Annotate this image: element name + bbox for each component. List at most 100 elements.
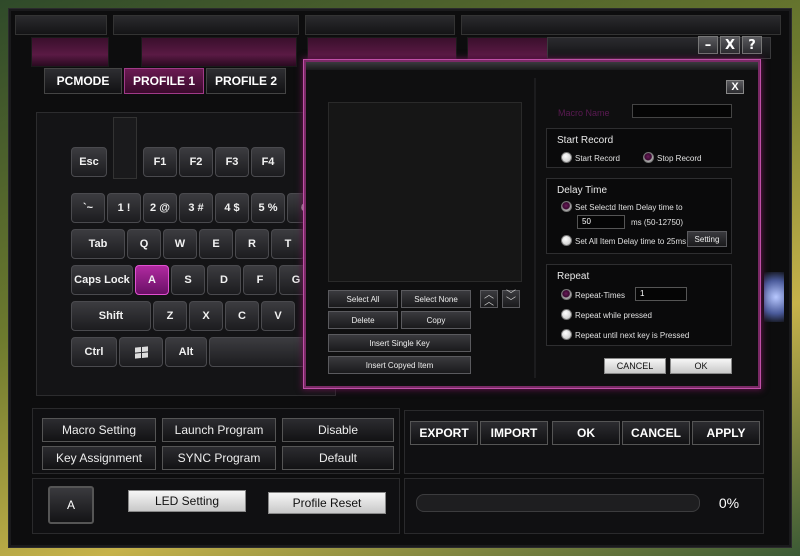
dialog-divider [534,78,536,378]
key-c[interactable]: C [225,301,259,331]
ok-button[interactable]: OK [552,421,620,445]
delay-selected-label: Set Selectd Item Delay time to [575,203,683,212]
delay-all-radio[interactable] [561,235,572,246]
key-q[interactable]: Q [127,229,161,259]
default-button[interactable]: Default [282,446,394,470]
apply-button[interactable]: APPLY [692,421,760,445]
key-4[interactable]: 4 $ [215,193,249,223]
title-slot [461,15,781,35]
progress-percent: 0% [718,495,740,511]
key-tab[interactable]: Tab [71,229,125,259]
header-decoration [141,37,297,67]
close-button[interactable]: X [720,36,740,54]
macro-name-label: Macro Name [558,108,610,118]
repeat-while-pressed-radio[interactable] [561,309,572,320]
start-record-title: Start Record [557,135,614,146]
progress-bar [416,494,700,512]
key-d[interactable]: D [207,265,241,295]
select-all-button[interactable]: Select All [328,290,398,308]
repeat-while-pressed-label: Repeat while pressed [575,311,652,320]
insert-copied-item-button[interactable]: Insert Copyed Item [328,356,471,374]
minimize-button[interactable]: – [698,36,718,54]
insert-single-key-button[interactable]: Insert Single Key [328,334,471,352]
import-button[interactable]: IMPORT [480,421,548,445]
macro-setting-button[interactable]: Macro Setting [42,418,156,442]
repeat-until-next-radio[interactable] [561,329,572,340]
current-key-indicator: A [48,486,94,524]
key-2[interactable]: 2 @ [143,193,177,223]
delay-selected-radio[interactable] [561,201,572,212]
key-windows[interactable] [119,337,163,367]
title-slot [15,15,107,35]
launch-program-button[interactable]: Launch Program [162,418,276,442]
move-up-button[interactable]: ︿ ︿ [480,290,498,308]
delay-unit-label: ms (50-12750) [631,218,684,227]
double-chevron-up-icon: ︿ ︿ [484,290,494,308]
key-a[interactable]: A [135,265,169,295]
key-z[interactable]: Z [153,301,187,331]
export-button[interactable]: EXPORT [410,421,478,445]
key-e[interactable]: E [199,229,233,259]
key-f3[interactable]: F3 [215,147,249,177]
cancel-button[interactable]: CANCEL [622,421,690,445]
delay-time-group: Delay Time Set Selectd Item Delay time t… [546,178,732,254]
key-f2[interactable]: F2 [179,147,213,177]
repeat-times-input[interactable]: 1 [635,287,687,301]
windows-logo-icon [134,345,148,359]
move-down-button[interactable]: ﹀ ﹀ [502,290,520,308]
key-v[interactable]: V [261,301,295,331]
sync-program-button[interactable]: SYNC Program [162,446,276,470]
dialog-header [306,62,758,70]
stop-record-radio[interactable] [643,152,654,163]
key-1[interactable]: 1 ! [107,193,141,223]
delay-all-label: Set All Item Delay time to 25ms [575,237,687,246]
delete-button[interactable]: Delete [328,311,398,329]
tab-profile-1[interactable]: PROFILE 1 [124,68,204,94]
macro-event-list[interactable] [328,102,522,282]
tab-profile-2[interactable]: PROFILE 2 [206,68,286,94]
keyboard-panel: Esc F1 F2 F3 F4 `~ 1 ! 2 @ 3 # 4 $ 5 % 6… [36,112,336,396]
key-assignment-button[interactable]: Key Assignment [42,446,156,470]
key-caps-lock[interactable]: Caps Lock [71,265,133,295]
key-t[interactable]: T [271,229,305,259]
repeat-group: Repeat Repeat-Times 1 Repeat while press… [546,264,732,346]
help-button[interactable]: ? [742,36,762,54]
key-x[interactable]: X [189,301,223,331]
key-shift[interactable]: Shift [71,301,151,331]
copy-button[interactable]: Copy [401,311,471,329]
key-3[interactable]: 3 # [179,193,213,223]
dialog-ok-button[interactable]: OK [670,358,732,374]
delay-setting-button[interactable]: Setting [687,231,727,247]
key-backtick[interactable]: `~ [71,193,105,223]
delay-value-input[interactable]: 50 [577,215,625,229]
key-f[interactable]: F [243,265,277,295]
key-s[interactable]: S [171,265,205,295]
key-f4[interactable]: F4 [251,147,285,177]
macro-name-input[interactable] [632,104,732,118]
header-decoration [31,37,109,67]
title-slot [113,15,299,35]
side-glow [764,272,784,322]
delay-time-title: Delay Time [557,185,608,196]
key-5[interactable]: 5 % [251,193,285,223]
stop-record-label: Stop Record [657,154,702,163]
key-f1[interactable]: F1 [143,147,177,177]
tab-pcmode[interactable]: PCMODE [44,68,122,94]
repeat-until-next-label: Repeat until next key is Pressed [575,331,690,340]
start-record-label: Start Record [575,154,620,163]
dialog-close-button[interactable]: X [726,80,744,94]
led-setting-button[interactable]: LED Setting [128,490,246,512]
key-ctrl[interactable]: Ctrl [71,337,117,367]
key-r[interactable]: R [235,229,269,259]
disable-button[interactable]: Disable [282,418,394,442]
key-w[interactable]: W [163,229,197,259]
dialog-cancel-button[interactable]: CANCEL [604,358,666,374]
key-esc[interactable]: Esc [71,147,107,177]
key-alt[interactable]: Alt [165,337,207,367]
select-none-button[interactable]: Select None [401,290,471,308]
repeat-times-radio[interactable] [561,289,572,300]
start-record-radio[interactable] [561,152,572,163]
keyboard-divider [113,117,137,179]
macro-dialog: X Select All Select None Delete Copy Ins… [304,60,760,388]
profile-reset-button[interactable]: Profile Reset [268,492,386,514]
